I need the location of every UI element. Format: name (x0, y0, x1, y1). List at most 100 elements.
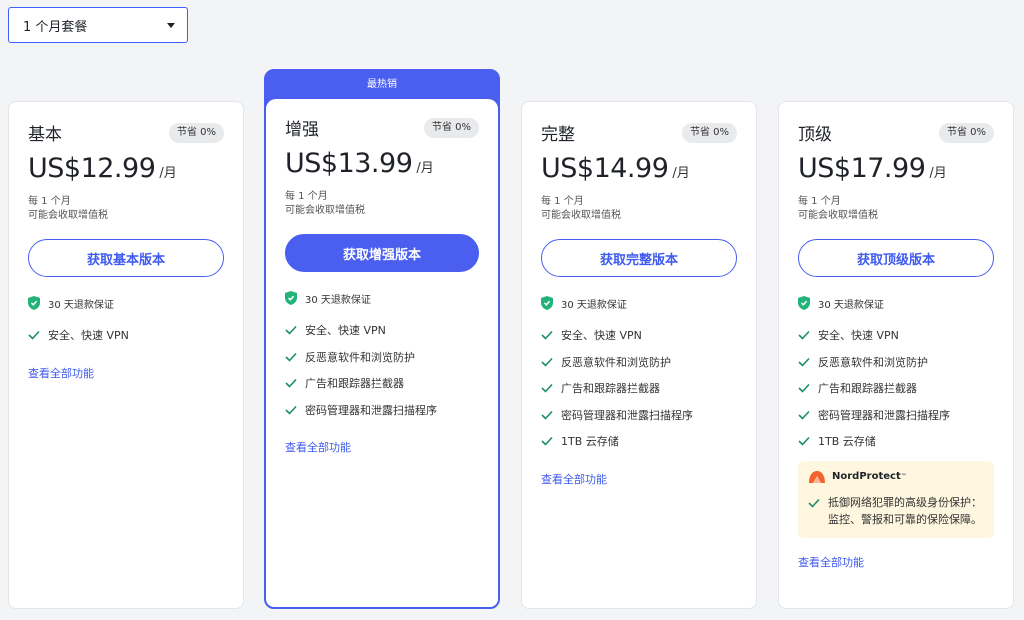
money-back-guarantee: 30 天退款保证 (285, 290, 479, 306)
guarantee-label: 30 天退款保证 (48, 299, 114, 311)
plan-card-basic: 基本 节省 0% US$12.99 /月 每 1 个月 可能会收取增值税 获取基… (8, 101, 244, 609)
feature-item: 广告和跟踪器拦截器 (541, 375, 737, 402)
billing-period: 每 1 个月 (798, 196, 841, 207)
savings-badge: 节省 0% (423, 118, 479, 138)
feature-item: 反恶意软件和浏览防护 (285, 344, 479, 371)
feature-item: 1TB 云存储 (798, 428, 994, 455)
price-amount: US$14.99 (541, 153, 669, 184)
money-back-guarantee: 30 天退款保证 (798, 295, 994, 311)
plan-name: 顶级 (798, 125, 832, 145)
feature-label: 广告和跟踪器拦截器 (561, 382, 660, 396)
billing-period: 每 1 个月 (285, 191, 328, 202)
check-icon (798, 410, 810, 420)
price-unit: /月 (672, 166, 690, 181)
feature-label: 反恶意软件和浏览防护 (818, 355, 928, 369)
feature-label: 密码管理器和泄露扫描程序 (305, 403, 437, 417)
feature-item: 广告和跟踪器拦截器 (285, 370, 479, 397)
feature-item: 密码管理器和泄露扫描程序 (541, 402, 737, 429)
view-all-features-link[interactable]: 查看全部功能 (28, 365, 224, 381)
trademark-mark: ™ (900, 473, 907, 480)
savings-badge: 节省 0% (938, 123, 994, 143)
feature-label: 1TB 云存储 (818, 435, 876, 449)
feature-item: 密码管理器和泄露扫描程序 (798, 402, 994, 429)
shield-check-icon (28, 296, 40, 310)
check-icon (798, 437, 810, 446)
check-icon (285, 405, 297, 415)
savings-badge: 节省 0% (168, 123, 224, 143)
feature-list: 安全、快速 VPN 反恶意软件和浏览防护 广告和跟踪器拦截器 密码管理器和泄露扫… (798, 322, 994, 455)
plan-duration-select[interactable]: 1 个月套餐 (8, 7, 188, 43)
plan-name: 完整 (541, 125, 575, 145)
price: US$14.99 /月 (541, 153, 737, 189)
get-plus-button[interactable]: 获取增强版本 (285, 234, 479, 272)
plan-name: 基本 (28, 125, 62, 145)
nordprotect-logo: NordProtect ™ (808, 470, 984, 484)
price: US$17.99 /月 (798, 153, 994, 189)
feature-label: 安全、快速 VPN (48, 329, 129, 343)
feature-list: 安全、快速 VPN 反恶意软件和浏览防护 广告和跟踪器拦截器 密码管理器和泄露扫… (285, 317, 479, 423)
guarantee-label: 30 天退款保证 (305, 294, 371, 306)
feature-label: 密码管理器和泄露扫描程序 (818, 408, 950, 422)
price: US$13.99 /月 (285, 148, 479, 184)
feature-label: 反恶意软件和浏览防护 (305, 350, 415, 364)
feature-item: 密码管理器和泄露扫描程序 (285, 397, 479, 424)
check-icon (541, 410, 553, 420)
billing-period: 每 1 个月 (28, 196, 71, 207)
tax-note: 可能会收取增值税 (28, 210, 108, 221)
check-icon (798, 357, 810, 367)
check-icon (541, 357, 553, 367)
nordprotect-logo-icon (809, 470, 825, 483)
feature-item: 安全、快速 VPN (285, 317, 479, 344)
price-amount: US$13.99 (285, 148, 413, 179)
view-all-features-link[interactable]: 查看全部功能 (541, 471, 737, 487)
money-back-guarantee: 30 天退款保证 (541, 295, 737, 311)
plan-name: 增强 (285, 120, 319, 140)
feature-label: 广告和跟踪器拦截器 (305, 377, 404, 391)
shield-check-icon (541, 296, 553, 310)
view-all-features-link[interactable]: 查看全部功能 (285, 439, 479, 455)
plan-card-ultimate: 顶级 节省 0% US$17.99 /月 每 1 个月 可能会收取增值税 获取顶… (778, 101, 1014, 609)
plan-card-complete: 完整 节省 0% US$14.99 /月 每 1 个月 可能会收取增值税 获取完… (521, 101, 757, 609)
nordprotect-panel: NordProtect ™ 抵御网络犯罪的高级身份保护：监控、警报和可靠的保险保障… (798, 460, 994, 538)
tax-note: 可能会收取增值税 (798, 210, 878, 221)
feature-label: 安全、快速 VPN (305, 324, 386, 338)
caret-down-icon (167, 23, 175, 28)
check-icon (798, 331, 810, 340)
feature-item: 安全、快速 VPN (798, 322, 994, 349)
shield-check-icon (285, 291, 297, 305)
check-icon (541, 384, 553, 393)
get-ultimate-button[interactable]: 获取顶级版本 (798, 239, 994, 277)
feature-list: 安全、快速 VPN (28, 322, 224, 349)
feature-item: 安全、快速 VPN (28, 322, 224, 349)
nordprotect-description: 抵御网络犯罪的高级身份保护：监控、警报和可靠的保险保障。 (828, 495, 982, 526)
feature-item: 反恶意软件和浏览防护 (541, 349, 737, 376)
shield-check-icon (798, 296, 810, 310)
tax-note: 可能会收取增值税 (285, 205, 365, 216)
get-basic-button[interactable]: 获取基本版本 (28, 239, 224, 277)
guarantee-label: 30 天退款保证 (818, 299, 884, 311)
get-complete-button[interactable]: 获取完整版本 (541, 239, 737, 277)
feature-item: 安全、快速 VPN (541, 322, 737, 349)
check-icon (798, 384, 810, 393)
nordprotect-brand: NordProtect (832, 471, 901, 482)
plan-card-plus: 最热销 增强 节省 0% US$13.99 /月 每 1 个月 可能会收取增值税… (264, 69, 500, 609)
tax-note: 可能会收取增值税 (541, 210, 621, 221)
price-unit: /月 (929, 166, 947, 181)
guarantee-label: 30 天退款保证 (561, 299, 627, 311)
price-unit: /月 (416, 161, 434, 176)
feature-label: 安全、快速 VPN (818, 329, 899, 343)
price-unit: /月 (159, 166, 177, 181)
best-seller-ribbon: 最热销 (367, 79, 397, 90)
check-icon (285, 379, 297, 388)
feature-label: 1TB 云存储 (561, 435, 619, 449)
feature-item: 反恶意软件和浏览防护 (798, 349, 994, 376)
check-icon (808, 498, 820, 508)
feature-label: 安全、快速 VPN (561, 329, 642, 343)
view-all-features-link[interactable]: 查看全部功能 (798, 554, 994, 570)
billing-period: 每 1 个月 (541, 196, 584, 207)
feature-item: 1TB 云存储 (541, 428, 737, 455)
money-back-guarantee: 30 天退款保证 (28, 295, 224, 311)
plan-duration-value: 1 个月套餐 (23, 19, 88, 35)
check-icon (285, 352, 297, 362)
feature-label: 广告和跟踪器拦截器 (818, 382, 917, 396)
